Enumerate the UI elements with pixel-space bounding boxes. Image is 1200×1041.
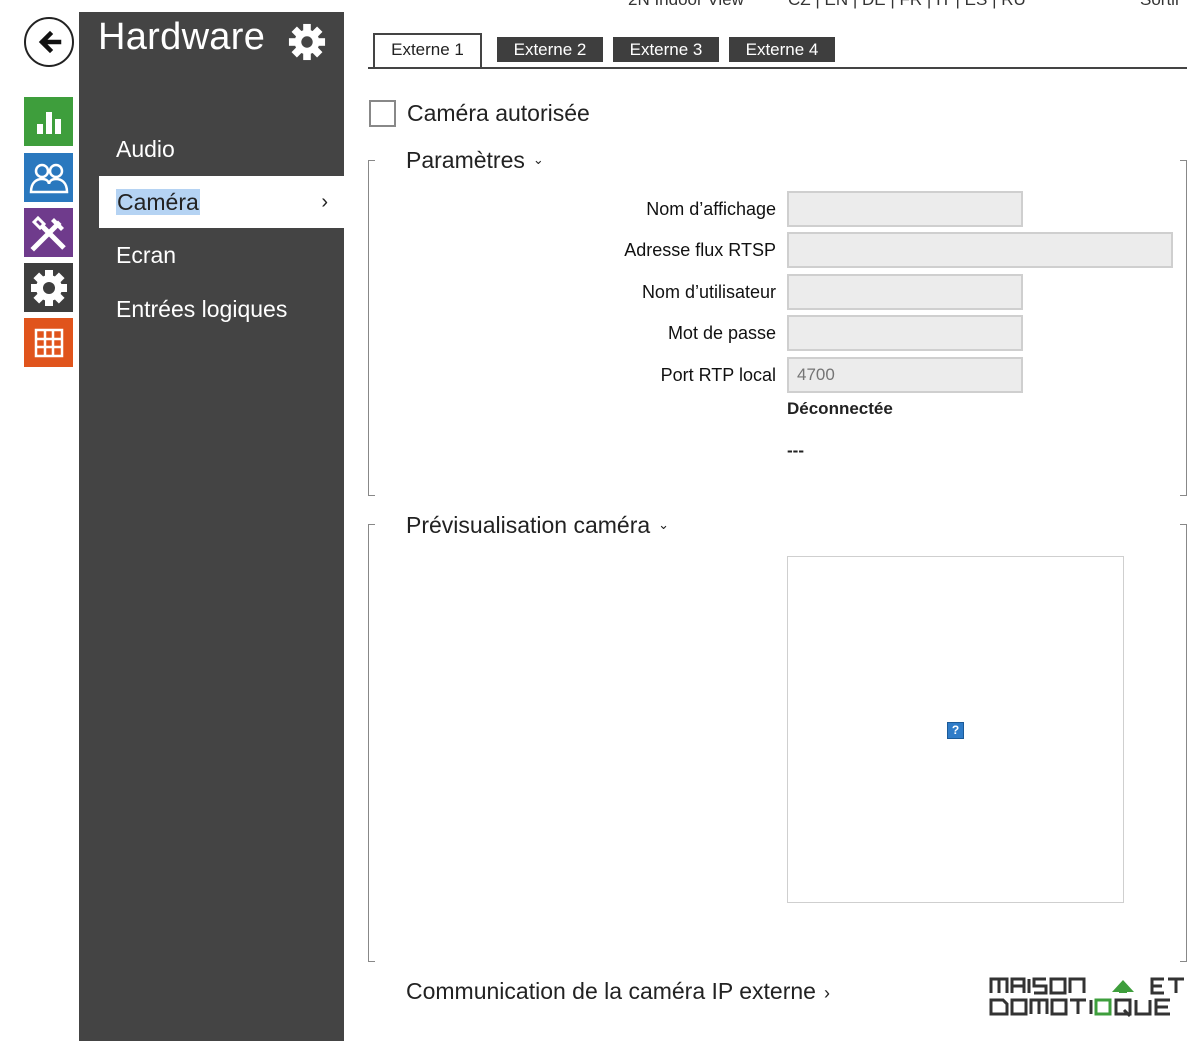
username-label: Nom d’utilisateur [641, 282, 776, 302]
sidebar-item-logic-inputs[interactable]: Entrées logiques [99, 283, 344, 335]
rtp-port-field[interactable] [787, 357, 1023, 393]
sidebar-item-camera[interactable]: Caméra › [99, 176, 344, 228]
sidebar-item-label: Ecran [116, 242, 177, 268]
fieldset-border-right [1180, 524, 1187, 962]
app-window: 2N Indoor View CZ | EN | DE | FR | IT | … [0, 0, 1200, 1041]
password-field[interactable] [787, 315, 1023, 351]
bar-chart-icon [36, 111, 61, 134]
services-menu-tile[interactable] [24, 208, 73, 257]
top-header: 2N Indoor View CZ | EN | DE | FR | IT | … [620, 0, 1200, 10]
chevron-right-icon: › [823, 983, 830, 1003]
camera-enabled-label[interactable]: Caméra autorisée [407, 100, 590, 127]
app-name-link[interactable]: 2N Indoor View [628, 0, 744, 10]
back-button[interactable] [24, 17, 74, 67]
chevron-right-icon: › [321, 191, 328, 213]
tools-icon [29, 215, 66, 252]
sidebar-item-screen[interactable]: Ecran [99, 229, 344, 281]
camera-enabled-row: Caméra autorisée [369, 99, 590, 127]
rtsp-address-label: Adresse flux RTSP [624, 240, 776, 260]
sidebar-item-label: Caméra [116, 189, 200, 215]
gear-icon [288, 23, 326, 61]
connection-status: Déconnectée [787, 399, 893, 418]
rtsp-address-field[interactable] [787, 232, 1173, 268]
display-name-label: Nom d’affichage [646, 199, 776, 219]
hardware-sidebar: Hardware Audio Caméra › Ecran Entrées lo… [79, 12, 344, 1041]
tab-externe-3[interactable]: Externe 3 [613, 37, 719, 62]
sidebar-item-label: Audio [116, 136, 175, 162]
tab-externe-2[interactable]: Externe 2 [497, 37, 603, 62]
hardware-menu-tile[interactable] [24, 263, 73, 312]
users-menu-tile[interactable] [24, 153, 73, 202]
preview-section-title: Prévisualisation caméra [406, 512, 651, 538]
ip-camera-communication-link[interactable]: Communication de la caméra IP externe › [406, 978, 830, 1005]
sidebar-item-audio[interactable]: Audio [99, 123, 344, 175]
gear-icon [30, 269, 67, 306]
connection-status-detail: --- [787, 441, 804, 460]
params-fieldset [368, 160, 1187, 496]
grid-icon [34, 328, 63, 357]
users-icon [29, 163, 68, 193]
display-name-field[interactable] [787, 191, 1023, 227]
password-label: Mot de passe [667, 323, 776, 343]
page-title: Hardware [98, 16, 266, 58]
camera-enabled-checkbox[interactable] [369, 99, 396, 127]
params-section-toggle[interactable]: Paramètres ⌄ [406, 147, 548, 174]
camera-tabs: Externe 1 Externe 2 Externe 3 Externe 4 [368, 33, 1187, 69]
username-field[interactable] [787, 274, 1023, 310]
rtp-port-label: Port RTP local [660, 365, 776, 385]
fieldset-border-left [368, 160, 375, 496]
system-menu-tile[interactable] [24, 318, 73, 367]
chevron-down-icon: ⌄ [658, 517, 670, 532]
back-arrow-icon [38, 30, 62, 54]
camera-preview-frame: ? [787, 556, 1124, 903]
communication-title: Communication de la caméra IP externe [406, 978, 816, 1004]
chevron-down-icon: ⌄ [532, 152, 544, 167]
broken-image-icon: ? [947, 722, 964, 739]
maison-et-domotique-logo [989, 977, 1184, 1018]
tab-externe-1[interactable]: Externe 1 [373, 33, 482, 67]
fieldset-border-right [1180, 160, 1187, 496]
logout-link[interactable]: Sortir [1140, 0, 1181, 10]
fieldset-border-left [368, 524, 375, 962]
language-selector[interactable]: CZ | EN | DE | FR | IT | ES | RU [788, 0, 1026, 10]
preview-section-toggle[interactable]: Prévisualisation caméra ⌄ [406, 512, 674, 539]
tab-externe-4[interactable]: Externe 4 [729, 37, 835, 62]
params-section-title: Paramètres [406, 147, 525, 173]
status-menu-tile[interactable] [24, 97, 73, 146]
sidebar-item-label: Entrées logiques [116, 296, 288, 322]
